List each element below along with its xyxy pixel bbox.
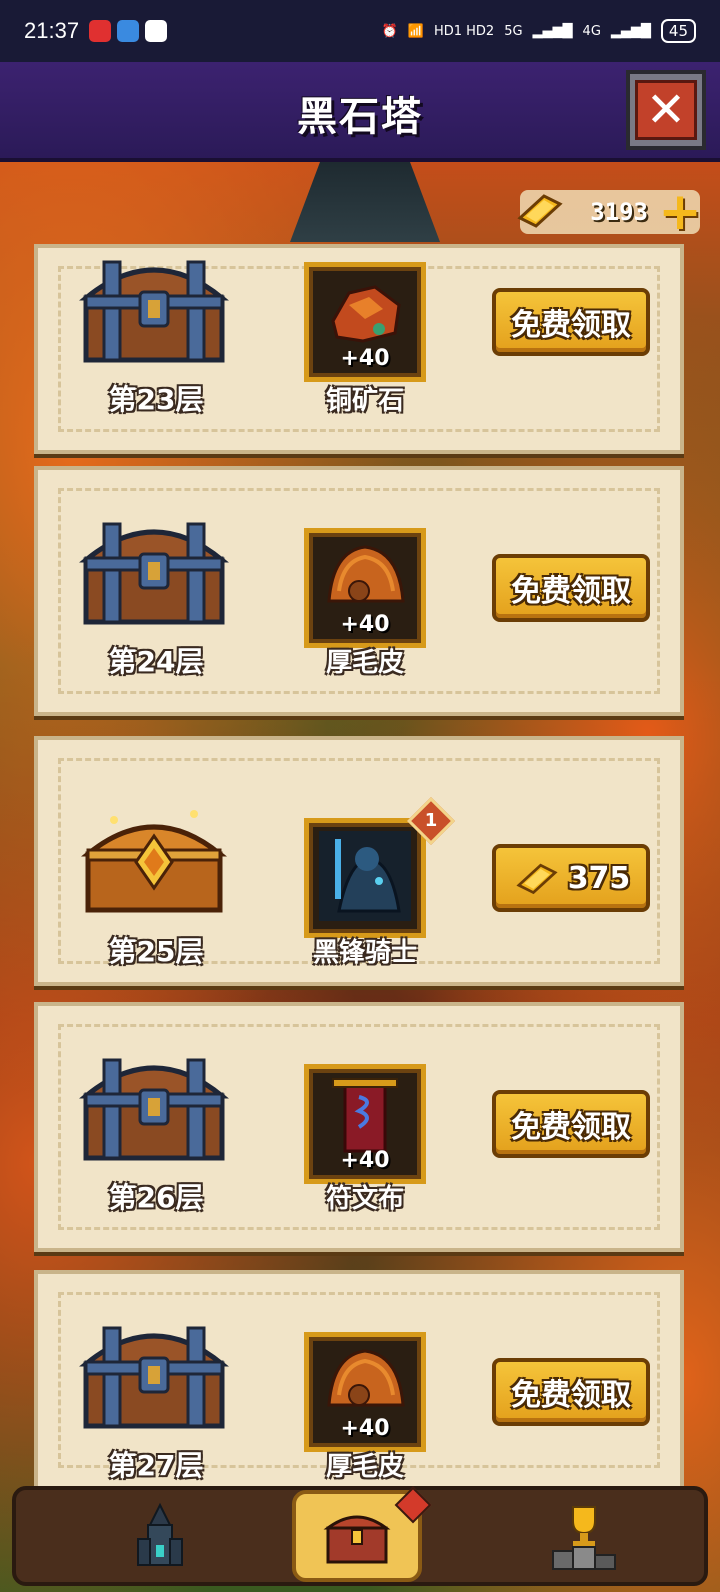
- reward-item-slot[interactable]: +40: [304, 1064, 426, 1184]
- floor-label: 第25层: [108, 935, 204, 968]
- reward-item-icon: [319, 541, 411, 621]
- reward-quantity: +40: [340, 1416, 390, 1441]
- chest-icon: [74, 510, 234, 625]
- reward-item-icon: [319, 1077, 411, 1157]
- page-header: 黑石塔 ✕: [0, 62, 720, 162]
- free-claim-button[interactable]: 免费领取: [492, 1090, 650, 1158]
- signal-4g-label: 4G: [582, 23, 601, 39]
- reward-card: 第27层 +40 厚毛皮 免费领取: [34, 1270, 684, 1490]
- nav-tab-tower[interactable]: [100, 1490, 220, 1582]
- reward-item-name: 黑锋骑士: [312, 938, 417, 968]
- reward-item-name: 铜矿石: [325, 386, 404, 416]
- reward-quantity: +40: [340, 612, 390, 637]
- tower-icon: [137, 1502, 183, 1566]
- chest-icon: [74, 248, 234, 363]
- reward-item-name: 厚毛皮: [325, 648, 404, 678]
- reward-item-name: 厚毛皮: [325, 1452, 404, 1482]
- notification-badge: [394, 1486, 432, 1524]
- app-notification-icon: [145, 20, 168, 42]
- page-title: 黑石塔: [297, 94, 423, 140]
- plus-icon: +: [658, 182, 702, 242]
- reward-card: 第25层 1 黑锋骑士 375: [34, 736, 684, 986]
- button-label: 免费领取: [511, 574, 631, 609]
- reward-card: 第24层 +40 厚毛皮 免费领取: [34, 466, 684, 716]
- hd-label: HD1 HD2: [433, 23, 495, 39]
- signal-icon: ▂▄▆█: [610, 23, 651, 39]
- signal-icon: ▂▄▆█: [532, 23, 573, 39]
- gold-bar-icon: [516, 863, 558, 895]
- treasure-chest-icon: [323, 1515, 391, 1564]
- button-label: 免费领取: [511, 1110, 631, 1145]
- nav-tab-ranking[interactable]: [524, 1490, 644, 1582]
- reward-item-name: 符文布: [325, 1184, 404, 1214]
- status-bar: 21:37 ⏰ 📶 HD1 HD2 5G ▂▄▆█ 4G ▂▄▆█ 45: [0, 0, 720, 62]
- reward-card: 第23层 +40 铜矿石 免费领取: [34, 244, 684, 454]
- button-label: 免费领取: [511, 308, 631, 343]
- free-claim-button[interactable]: 免费领取: [492, 1358, 650, 1426]
- status-icons: ⏰ 📶 HD1 HD2 5G ▂▄▆█ 4G ▂▄▆█ 45: [382, 19, 696, 43]
- chest-icon: [74, 1314, 234, 1429]
- trophy-podium-icon: [552, 1506, 616, 1570]
- app-notification-icon: [89, 20, 112, 42]
- floor-label: 第26层: [108, 1181, 204, 1214]
- badge-number: 1: [424, 810, 438, 831]
- floor-label: 第23层: [108, 383, 204, 416]
- buy-with-gold-button[interactable]: 375: [492, 844, 650, 912]
- gold-currency-display: 3193 +: [517, 186, 702, 238]
- wifi-icon: 📶: [407, 23, 424, 39]
- reward-quantity: +40: [340, 346, 390, 371]
- status-time: 21:37: [24, 18, 80, 43]
- reward-item-icon: [319, 275, 411, 355]
- reward-item-icon: [319, 1345, 411, 1425]
- button-label: 375: [567, 860, 631, 896]
- free-claim-button[interactable]: 免费领取: [492, 554, 650, 622]
- add-gold-button[interactable]: +: [658, 186, 702, 238]
- free-claim-button[interactable]: 免费领取: [492, 288, 650, 356]
- reward-item-icon: [319, 831, 411, 921]
- floor-label: 第24层: [108, 645, 204, 678]
- gold-amount: 3193: [590, 198, 648, 226]
- button-label: 免费领取: [511, 1378, 631, 1413]
- gold-bar-icon: [517, 194, 563, 228]
- bottom-nav: [12, 1486, 708, 1586]
- reward-card: 第26层 +40 符文布 免费领取: [34, 1002, 684, 1252]
- reward-item-slot[interactable]: [304, 818, 426, 938]
- reward-quantity: +40: [340, 1148, 390, 1173]
- reward-item-slot[interactable]: +40: [304, 262, 426, 382]
- reward-item-slot[interactable]: +40: [304, 1332, 426, 1452]
- chest-icon: [74, 800, 234, 913]
- nav-tab-chest[interactable]: [292, 1486, 432, 1582]
- app-notification-icon: [117, 20, 140, 42]
- chest-icon: [74, 1046, 234, 1161]
- alarm-icon: ⏰: [381, 23, 398, 39]
- floor-label: 第27层: [108, 1449, 204, 1482]
- battery-indicator: 45: [660, 19, 696, 43]
- signal-5g-label: 5G: [504, 23, 523, 39]
- close-x-icon: ✕: [635, 80, 697, 140]
- close-button[interactable]: ✕: [626, 70, 706, 150]
- reward-item-slot[interactable]: +40: [304, 528, 426, 648]
